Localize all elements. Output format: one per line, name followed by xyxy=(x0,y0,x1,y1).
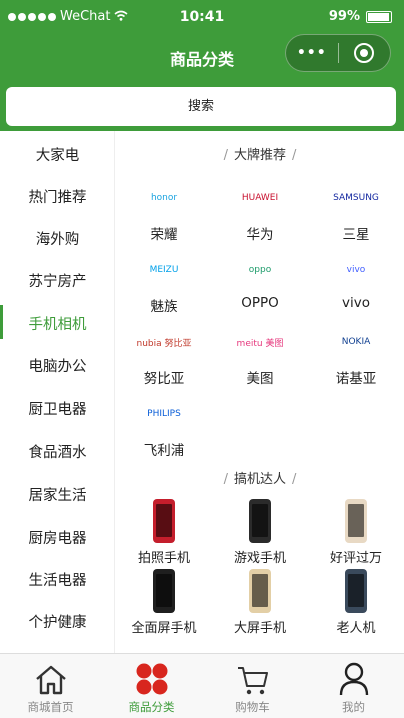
cart-icon xyxy=(237,667,268,695)
sidebar-item[interactable]: 苏宁房产 xyxy=(0,270,114,291)
brand-item[interactable]: honor 荣耀 xyxy=(116,187,212,243)
close-icon xyxy=(354,43,375,63)
brand-name: OPPO xyxy=(241,295,279,311)
tab-home-label: 商城首页 xyxy=(27,700,74,714)
sidebar-item[interactable]: 生活电器 xyxy=(0,569,114,590)
brand-name: 诺基亚 xyxy=(335,371,377,387)
brand-logo: nubia 努比亚 xyxy=(136,338,192,349)
brand-name: 华为 xyxy=(246,227,274,243)
phone-category-label: 好评过万 xyxy=(329,551,382,566)
brand-logo: meitu 美图 xyxy=(236,338,284,349)
brand-item[interactable]: HUAWEI 华为 xyxy=(212,187,308,243)
brand-item[interactable]: PHILIPS 飞利浦 xyxy=(116,403,212,459)
phone-category-item[interactable]: 好评过万 xyxy=(308,499,404,566)
sidebar-item[interactable]: 个护健康 xyxy=(0,611,114,632)
phone-category-label: 大屏手机 xyxy=(233,621,286,636)
phone-category-label: 全面屏手机 xyxy=(131,621,197,636)
brand-item[interactable]: SAMSUNG 三星 xyxy=(308,187,404,243)
experts-section-title: / 搞机达人 / xyxy=(223,472,297,487)
phone-category-label: 拍照手机 xyxy=(137,551,190,566)
brand-logo: MEIZU xyxy=(149,265,179,275)
brand-item[interactable]: vivo vivo xyxy=(308,259,404,311)
sidebar-item[interactable]: 电脑办公 xyxy=(0,355,114,376)
brand-item[interactable]: nubia 努比亚努比亚 xyxy=(116,331,212,388)
home-icon xyxy=(35,665,66,695)
phone-image xyxy=(345,499,367,543)
brand-name: 魅族 xyxy=(150,299,178,315)
sidebar-item[interactable]: 食品酒水 xyxy=(0,441,114,462)
brand-logo: oppo xyxy=(248,265,272,275)
tab-profile-label: 我的 xyxy=(342,700,365,714)
tab-cart[interactable]: 购物车 xyxy=(202,654,303,718)
brand-logo: HUAWEI xyxy=(241,193,279,203)
category-content: / 大牌推荐 / honor 荣耀 HUAWEI 华为 SAMSUNG 三星 MEIZU 魅族 op… xyxy=(116,131,404,653)
bottom-tabbar: 商城首页 商品分类 购物车 我的 xyxy=(0,653,404,718)
brand-item[interactable]: oppo OPPO xyxy=(212,259,308,311)
battery-percent: 99% xyxy=(328,9,360,24)
tab-home[interactable]: 商城首页 xyxy=(0,654,101,718)
brand-item[interactable]: NOKIA 诺基亚 xyxy=(308,331,404,387)
brand-item[interactable]: meitu 美图美图 xyxy=(212,331,308,388)
battery-status: 99% xyxy=(329,9,392,24)
tab-profile[interactable]: 我的 xyxy=(303,654,404,718)
brands-section-title: / 大牌推荐 / xyxy=(223,148,297,163)
phone-category-label: 游戏手机 xyxy=(233,551,286,566)
brand-name: 努比亚 xyxy=(143,371,185,387)
phone-image xyxy=(153,499,175,543)
brand-name: 三星 xyxy=(342,227,370,243)
experts-section-label: 搞机达人 xyxy=(233,472,286,487)
brands-section-label: 大牌推荐 xyxy=(233,148,286,163)
status-bar: WeChat 10:41 99% xyxy=(0,0,404,36)
brand-item[interactable]: MEIZU 魅族 xyxy=(116,259,212,315)
phone-category-item[interactable]: 拍照手机 xyxy=(116,499,212,566)
sidebar-item[interactable]: 热门推荐 xyxy=(0,186,114,207)
phone-category-item[interactable]: 游戏手机 xyxy=(212,499,308,566)
brand-logo: vivo xyxy=(346,265,366,275)
brand-name: 飞利浦 xyxy=(143,443,185,459)
sidebar-item[interactable]: 厨卫电器 xyxy=(0,398,114,419)
tab-category-label: 商品分类 xyxy=(128,700,175,714)
brand-name: vivo xyxy=(342,295,370,311)
tab-category[interactable]: 商品分类 xyxy=(101,654,202,718)
phone-category-item[interactable]: 大屏手机 xyxy=(212,569,308,636)
sidebar-item[interactable]: 海外购 xyxy=(0,228,114,249)
close-button[interactable] xyxy=(339,43,391,63)
phone-category-item[interactable]: 老人机 xyxy=(308,569,404,636)
category-icon xyxy=(136,663,167,695)
sidebar-item[interactable]: 大家电 xyxy=(0,144,114,165)
category-sidebar: 大家电热门推荐海外购苏宁房产手机相机电脑办公厨卫电器食品酒水居家生活厨房电器生活… xyxy=(0,131,115,653)
phone-category-label: 老人机 xyxy=(336,621,376,636)
brand-logo: honor xyxy=(150,193,178,203)
search-bar[interactable]: 搜索 xyxy=(6,87,396,126)
phone-image xyxy=(153,569,175,613)
brand-name: 荣耀 xyxy=(150,227,178,243)
user-icon xyxy=(339,662,368,696)
sidebar-item[interactable]: 居家生活 xyxy=(0,484,114,505)
top-header: WeChat 10:41 99% 商品分类 ••• 搜索 xyxy=(0,0,404,131)
battery-icon xyxy=(366,10,392,23)
phone-image xyxy=(249,499,271,543)
brand-name: 美图 xyxy=(246,371,274,387)
brand-logo: PHILIPS xyxy=(147,409,181,419)
more-button[interactable]: ••• xyxy=(286,45,338,61)
phone-category-item[interactable]: 全面屏手机 xyxy=(116,569,212,636)
brand-logo: SAMSUNG xyxy=(333,193,379,203)
phone-image xyxy=(345,569,367,613)
tab-cart-label: 购物车 xyxy=(235,700,270,714)
brand-logo: NOKIA xyxy=(341,337,371,347)
sidebar-item[interactable]: 手机相机 xyxy=(0,305,114,339)
phone-image xyxy=(249,569,271,613)
sidebar-item[interactable]: 厨房电器 xyxy=(0,527,114,548)
mini-program-capsule[interactable]: ••• xyxy=(285,34,391,72)
